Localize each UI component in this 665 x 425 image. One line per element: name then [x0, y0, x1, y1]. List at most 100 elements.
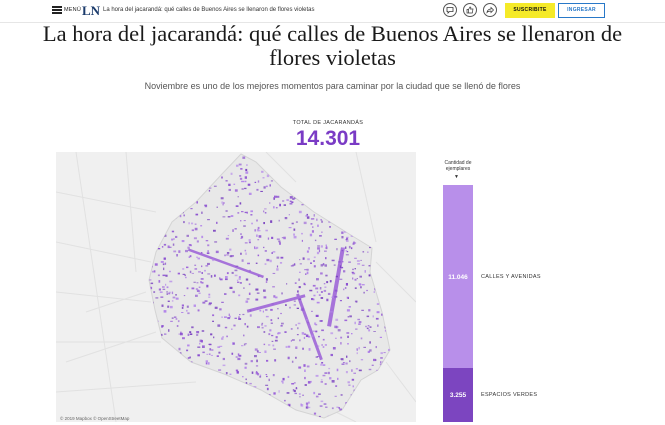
jacaranda-dot: [274, 195, 276, 199]
jacaranda-dot: [199, 342, 201, 345]
jacaranda-dot: [320, 291, 323, 293]
jacaranda-map[interactable]: [56, 152, 416, 422]
jacaranda-dot: [249, 309, 252, 312]
jacaranda-dot: [338, 407, 340, 409]
jacaranda-dot: [162, 263, 165, 266]
jacaranda-dot: [265, 278, 268, 281]
jacaranda-dot: [340, 394, 343, 396]
jacaranda-dot: [196, 240, 199, 243]
jacaranda-dot: [367, 325, 370, 327]
jacaranda-dot: [306, 250, 309, 253]
jacaranda-dot: [358, 346, 360, 350]
jacaranda-dot: [257, 326, 260, 329]
jacaranda-dot: [171, 291, 174, 295]
jacaranda-dot: [324, 383, 327, 385]
jacaranda-dot: [225, 210, 228, 212]
jacaranda-dot: [227, 317, 231, 320]
jacaranda-dot: [263, 331, 266, 333]
jacaranda-dot: [346, 309, 350, 312]
jacaranda-dot: [191, 272, 194, 274]
comment-button[interactable]: [443, 3, 457, 17]
jacaranda-dot: [175, 235, 178, 238]
jacaranda-dot: [314, 239, 317, 242]
jacaranda-dot: [224, 293, 227, 295]
jacaranda-dot: [170, 305, 173, 309]
jacaranda-dot: [245, 343, 247, 345]
jacaranda-dot: [341, 363, 345, 365]
jacaranda-dot: [251, 222, 253, 225]
jacaranda-dot: [196, 331, 200, 334]
login-button[interactable]: INGRESAR: [558, 3, 605, 18]
jacaranda-dot: [200, 225, 203, 227]
jacaranda-dot: [305, 273, 307, 275]
jacaranda-dot: [352, 385, 354, 388]
jacaranda-dot: [375, 346, 377, 349]
jacaranda-dot: [303, 364, 306, 367]
jacaranda-dot: [312, 226, 314, 228]
jacaranda-dot: [239, 202, 242, 205]
jacaranda-dot: [288, 227, 292, 229]
jacaranda-dot: [153, 291, 156, 293]
jacaranda-dot: [200, 278, 204, 280]
jacaranda-dot: [244, 323, 246, 326]
jacaranda-dot: [167, 305, 170, 308]
jacaranda-dot: [233, 183, 236, 185]
jacaranda-dot: [330, 353, 333, 357]
jacaranda-dot: [254, 348, 258, 351]
jacaranda-dot: [329, 311, 333, 313]
jacaranda-dot: [266, 387, 269, 391]
bar-label-streets: CALLES Y AVENIDAS: [481, 274, 541, 280]
la-nacion-logo[interactable]: LN: [82, 3, 100, 19]
subscribe-button[interactable]: SUSCRIBITE: [505, 3, 555, 18]
jacaranda-dot: [185, 249, 188, 253]
jacaranda-dot: [243, 220, 246, 222]
hamburger-menu-icon[interactable]: [52, 6, 62, 14]
jacaranda-dot: [298, 278, 300, 281]
jacaranda-dot: [296, 334, 299, 336]
jacaranda-dot: [309, 233, 313, 237]
jacaranda-dot: [247, 262, 250, 265]
jacaranda-dot: [182, 337, 185, 340]
jacaranda-dot: [246, 298, 250, 300]
menu-label[interactable]: MENÚ: [64, 7, 81, 13]
jacaranda-dot: [239, 282, 242, 284]
jacaranda-dot: [337, 377, 339, 380]
jacaranda-dot: [269, 202, 271, 204]
jacaranda-dot: [284, 217, 288, 220]
jacaranda-dot: [368, 368, 372, 371]
jacaranda-dot: [302, 394, 304, 396]
jacaranda-dot: [306, 404, 309, 407]
like-button[interactable]: [463, 3, 477, 17]
jacaranda-dot: [316, 301, 320, 304]
jacaranda-dot: [373, 331, 376, 332]
jacaranda-dot: [189, 270, 192, 274]
jacaranda-dot: [257, 373, 260, 376]
jacaranda-dot: [190, 208, 193, 210]
jacaranda-dot: [276, 268, 279, 271]
jacaranda-dot: [261, 323, 263, 326]
jacaranda-dot: [318, 335, 320, 338]
jacaranda-dot: [294, 392, 297, 395]
jacaranda-dot: [311, 310, 313, 312]
jacaranda-dot: [355, 328, 358, 330]
jacaranda-dot: [304, 269, 307, 271]
jacaranda-dot: [295, 387, 298, 390]
jacaranda-dot: [234, 317, 237, 319]
jacaranda-dot: [345, 371, 348, 374]
jacaranda-dot: [306, 271, 309, 275]
jacaranda-dot: [167, 245, 170, 249]
jacaranda-dot: [345, 246, 347, 249]
jacaranda-dot: [327, 371, 330, 375]
jacaranda-dot: [354, 321, 356, 325]
jacaranda-dot: [206, 284, 209, 288]
jacaranda-dot: [289, 196, 293, 199]
jacaranda-dot: [347, 297, 349, 299]
jacaranda-dot: [278, 390, 280, 393]
jacaranda-dot: [197, 346, 201, 348]
share-button[interactable]: [483, 3, 497, 17]
jacaranda-dot: [200, 252, 203, 254]
article-subtitle: Noviembre es uno de los mejores momentos…: [144, 81, 521, 91]
jacaranda-dot: [161, 304, 164, 307]
jacaranda-dot: [186, 266, 189, 269]
jacaranda-dot: [243, 225, 246, 227]
